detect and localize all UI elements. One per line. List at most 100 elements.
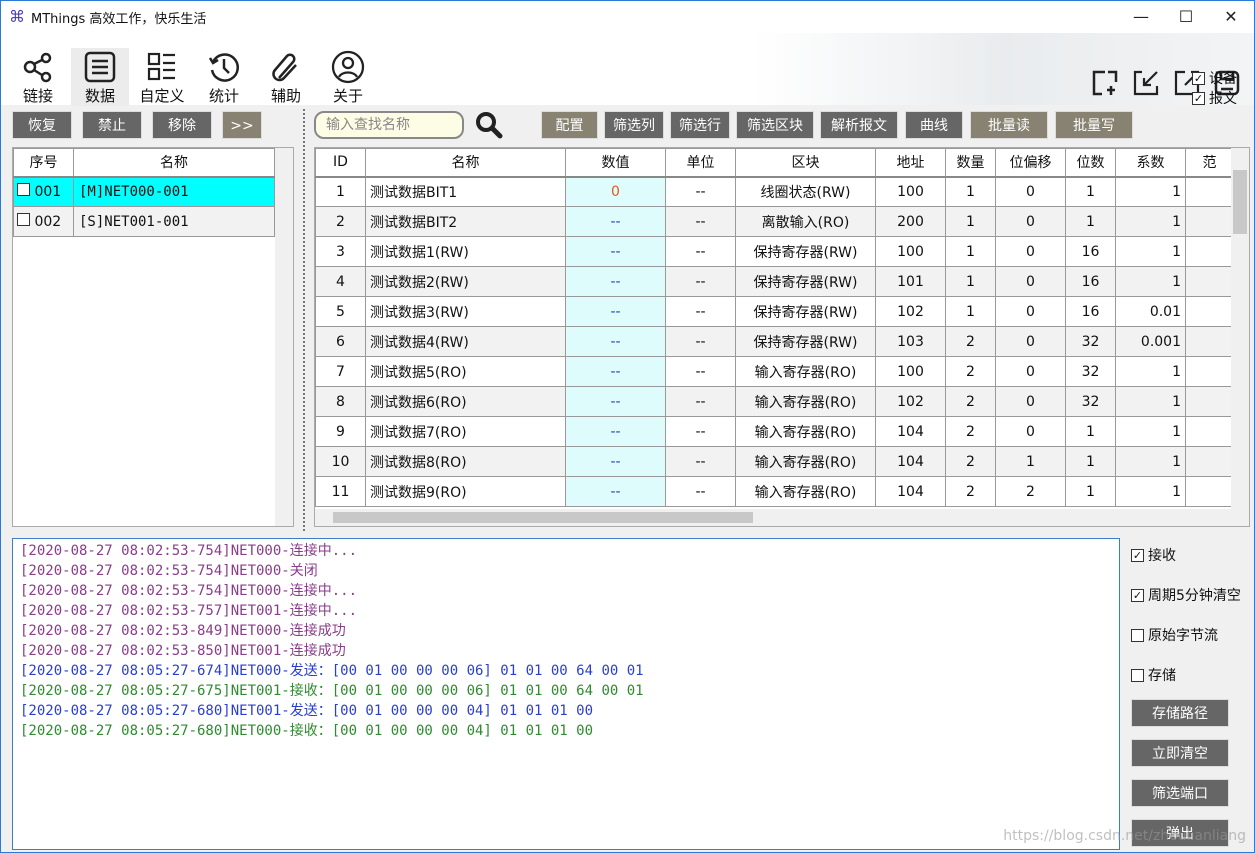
auto-clear-checkbox[interactable]: ✓ 周期5分钟清空 — [1131, 585, 1241, 605]
table-row[interactable]: 6 测试数据4(RW) -- -- 保持寄存器(RW) 103 2 0 32 0.001 — [315, 326, 1234, 357]
col-header[interactable]: 名称 — [365, 148, 566, 178]
log-message: NET000-关闭 — [230, 563, 318, 579]
list-icon — [84, 51, 116, 83]
checkbox-icon[interactable] — [17, 213, 30, 226]
col-header[interactable]: 数值 — [565, 148, 666, 178]
restore-button[interactable]: 恢复 — [12, 111, 72, 139]
filter-blocks-button[interactable]: 筛选区块 — [736, 111, 814, 139]
search-icon[interactable] — [475, 111, 503, 139]
cell-value[interactable]: -- — [565, 446, 666, 477]
horizontal-scrollbar[interactable] — [315, 509, 1249, 526]
device-row[interactable]: 002 [S]NET001-001 — [13, 206, 275, 237]
storage-path-button[interactable]: 存储路径 — [1131, 699, 1229, 727]
raw-bytes-checkbox[interactable]: 原始字节流 — [1131, 625, 1218, 645]
clear-now-button[interactable]: 立即清空 — [1131, 739, 1229, 767]
cell-id: 3 — [315, 236, 366, 267]
tool-data[interactable]: 数据 — [71, 48, 129, 106]
log-message: NET000-接收：[00 01 00 00 00 04] 01 01 01 0… — [230, 723, 594, 739]
panel-splitter[interactable] — [303, 109, 306, 531]
store-checkbox[interactable]: 存储 — [1131, 665, 1176, 685]
message-log[interactable]: [2020-08-27 08:02:53-754]NET000-连接中... [2… — [12, 538, 1120, 850]
cell-range — [1185, 386, 1234, 417]
cell-bit-offset: 0 — [995, 326, 1066, 357]
config-button[interactable]: 配置 — [541, 111, 598, 139]
filter-rows-button[interactable]: 筛选行 — [670, 111, 730, 139]
cell-value[interactable]: -- — [565, 266, 666, 297]
close-button[interactable]: ✕ — [1216, 5, 1246, 29]
receive-checkbox[interactable]: ✓ 接收 — [1131, 545, 1176, 565]
table-row[interactable]: 8 测试数据6(RO) -- -- 输入寄存器(RO) 102 2 0 32 1 — [315, 386, 1234, 417]
cell-value[interactable]: -- — [565, 386, 666, 417]
col-header[interactable]: 系数 — [1115, 148, 1186, 178]
vertical-scrollbar[interactable] — [275, 148, 293, 526]
maximize-button[interactable]: ☐ — [1171, 5, 1201, 29]
col-header[interactable]: ID — [315, 148, 366, 178]
tool-stats[interactable]: 统计 — [195, 48, 253, 106]
parse-message-button[interactable]: 解析报文 — [820, 111, 898, 139]
cell-count: 2 — [945, 446, 996, 477]
cell-value[interactable]: -- — [565, 236, 666, 267]
table-row[interactable]: 5 测试数据3(RW) -- -- 保持寄存器(RW) 102 1 0 16 0.01 — [315, 296, 1234, 327]
table-row[interactable]: 7 测试数据5(RO) -- -- 输入寄存器(RO) 100 2 0 32 1 — [315, 356, 1234, 387]
table-row[interactable]: 3 测试数据1(RW) -- -- 保持寄存器(RW) 100 1 0 16 1 — [315, 236, 1234, 267]
scroll-thumb[interactable] — [333, 512, 753, 523]
search-input[interactable]: 输入查找名称 — [314, 111, 464, 139]
cell-value[interactable]: -- — [565, 416, 666, 447]
batch-read-button[interactable]: 批量读 — [970, 111, 1048, 139]
table-row[interactable]: 2 测试数据BIT2 -- -- 离散输入(RO) 200 1 0 1 1 — [315, 206, 1234, 237]
cell-value[interactable]: -- — [565, 476, 666, 507]
col-header[interactable]: 位数 — [1065, 148, 1116, 178]
cell-coefficient: 1 — [1115, 236, 1186, 267]
vertical-scrollbar[interactable] — [1231, 148, 1249, 510]
checkbox-icon — [1131, 668, 1144, 682]
table-row[interactable]: 1 测试数据BIT1 0 -- 线圈状态(RW) 100 1 0 1 1 — [315, 176, 1234, 207]
cell-value[interactable]: -- — [565, 206, 666, 237]
cell-bits: 1 — [1065, 476, 1116, 507]
tool-custom[interactable]: 自定义 — [133, 48, 191, 106]
cell-value[interactable]: -- — [565, 296, 666, 327]
checkbox-label: 接收 — [1148, 548, 1176, 564]
cell-name: 测试数据4(RW) — [365, 326, 566, 357]
checkbox-icon: ✓ — [1192, 91, 1205, 105]
disable-button[interactable]: 禁止 — [82, 111, 142, 139]
cell-coefficient: 0.01 — [1115, 296, 1186, 327]
dock-in-icon[interactable] — [1132, 69, 1160, 97]
table-row[interactable]: 9 测试数据7(RO) -- -- 输入寄存器(RO) 104 2 0 1 1 — [315, 416, 1234, 447]
message-checkbox[interactable]: ✓ 报文 — [1192, 88, 1237, 108]
tool-link[interactable]: 链接 — [9, 48, 67, 106]
table-row[interactable]: 11 测试数据9(RO) -- -- 输入寄存器(RO) 104 2 2 1 1 — [315, 476, 1234, 507]
table-row[interactable]: 10 测试数据8(RO) -- -- 输入寄存器(RO) 104 2 1 1 1 — [315, 446, 1234, 477]
log-message: NET001-连接成功 — [230, 643, 346, 659]
scroll-thumb[interactable] — [1233, 170, 1247, 234]
add-window-icon[interactable] — [1091, 69, 1119, 97]
tool-assist[interactable]: 辅助 — [257, 48, 315, 106]
cell-value[interactable]: 0 — [565, 176, 666, 207]
tool-about[interactable]: 关于 — [319, 48, 377, 106]
batch-write-button[interactable]: 批量写 — [1055, 111, 1133, 139]
cell-value[interactable]: -- — [565, 356, 666, 387]
log-message: NET000-连接中... — [230, 543, 358, 559]
cell-range — [1185, 416, 1234, 447]
expand-button[interactable]: >> — [222, 111, 262, 139]
col-header[interactable]: 数量 — [945, 148, 996, 178]
cell-block: 输入寄存器(RO) — [735, 476, 876, 507]
tool-label: 关于 — [332, 87, 363, 105]
col-header[interactable]: 位偏移 — [995, 148, 1066, 178]
minimize-button[interactable]: — — [1126, 5, 1156, 29]
col-header[interactable]: 区块 — [735, 148, 876, 178]
device-checkbox[interactable]: ✓ 设备 — [1192, 68, 1237, 88]
filter-columns-button[interactable]: 筛选列 — [604, 111, 664, 139]
col-header[interactable]: 地址 — [875, 148, 946, 178]
table-row[interactable]: 4 测试数据2(RW) -- -- 保持寄存器(RW) 101 1 0 16 1 — [315, 266, 1234, 297]
cell-value[interactable]: -- — [565, 326, 666, 357]
curve-button[interactable]: 曲线 — [905, 111, 963, 139]
col-header[interactable]: 范 — [1185, 148, 1234, 178]
remove-button[interactable]: 移除 — [152, 111, 212, 139]
cell-coefficient: 0.001 — [1115, 326, 1186, 357]
checkbox-icon[interactable] — [17, 183, 30, 197]
filter-port-button[interactable]: 筛选端口 — [1131, 779, 1229, 807]
col-header[interactable]: 单位 — [665, 148, 736, 178]
device-list: 序号 名称 001 [M]NET000-001 002 [S]NET001-001 — [12, 147, 294, 527]
cell-address: 102 — [875, 386, 946, 417]
device-row[interactable]: 001 [M]NET000-001 — [13, 176, 275, 207]
